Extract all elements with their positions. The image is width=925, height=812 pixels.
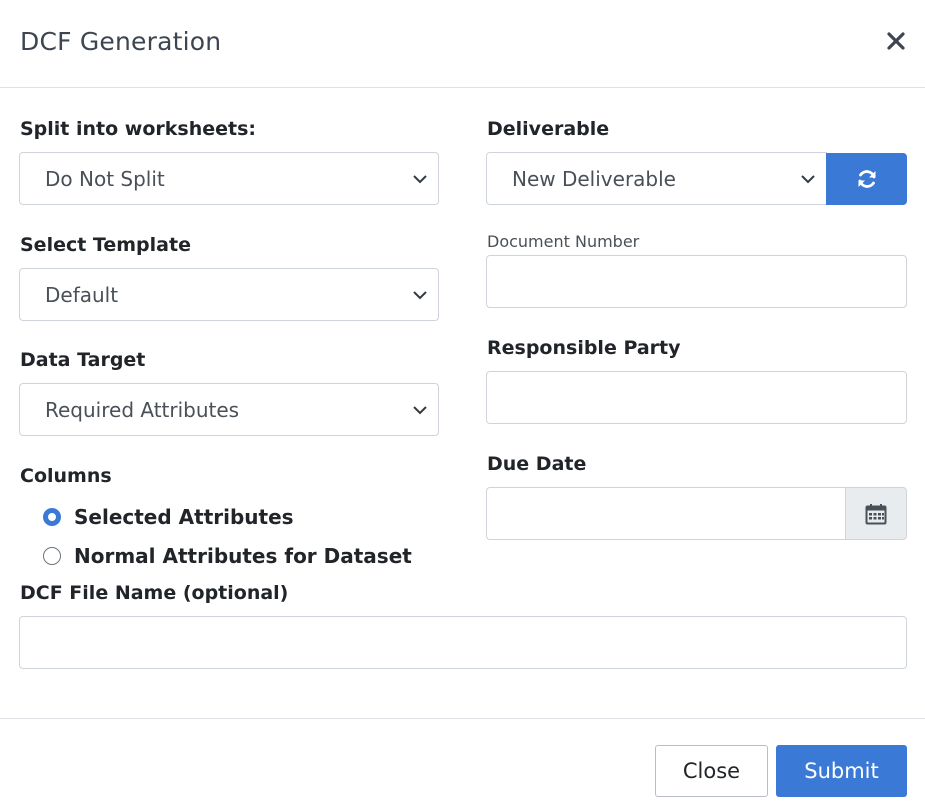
radio-label: Normal Attributes for Dataset [74, 544, 412, 568]
select-template-select[interactable]: Default [19, 268, 439, 321]
dcf-generation-dialog: DCF Generation Split into worksheets: Do… [0, 0, 925, 812]
columns-label: Columns [20, 465, 112, 487]
deliverable-value: New Deliverable [512, 166, 676, 191]
submit-button[interactable]: Submit [776, 745, 907, 797]
dcf-file-name-label: DCF File Name (optional) [20, 582, 289, 604]
chevron-down-icon [413, 406, 427, 415]
calendar-icon [865, 503, 887, 524]
deliverable-label: Deliverable [487, 118, 610, 140]
due-date-group [486, 487, 907, 540]
chevron-down-icon [801, 175, 815, 184]
document-number-label: Document Number [487, 232, 640, 251]
radio-button-unchecked[interactable] [43, 547, 61, 565]
close-x-icon[interactable] [884, 29, 908, 53]
data-target-select[interactable]: Required Attributes [19, 383, 439, 436]
due-date-label: Due Date [487, 453, 587, 475]
close-button[interactable]: Close [655, 745, 768, 797]
dcf-file-name-input[interactable] [19, 616, 907, 669]
select-template-label: Select Template [20, 234, 191, 256]
responsible-party-label: Responsible Party [487, 337, 681, 359]
dialog-title: DCF Generation [20, 27, 222, 56]
refresh-deliverables-button[interactable] [826, 153, 907, 205]
select-template-value: Default [45, 282, 119, 307]
dialog-header: DCF Generation [0, 0, 925, 88]
split-worksheets-select[interactable]: Do Not Split [19, 152, 439, 205]
refresh-icon [858, 170, 875, 188]
data-target-label: Data Target [20, 349, 146, 371]
radio-button-checked[interactable] [43, 508, 61, 526]
due-date-input[interactable] [486, 487, 846, 540]
chevron-down-icon [413, 175, 427, 184]
radio-normal-attributes[interactable]: Normal Attributes for Dataset [43, 544, 412, 568]
calendar-button[interactable] [845, 487, 907, 540]
dialog-footer: Close Submit [0, 718, 925, 812]
radio-selected-attributes[interactable]: Selected Attributes [43, 505, 294, 529]
split-worksheets-label: Split into worksheets: [20, 118, 257, 140]
radio-label: Selected Attributes [74, 505, 294, 529]
split-worksheets-value: Do Not Split [45, 166, 165, 191]
responsible-party-input[interactable] [486, 371, 907, 424]
chevron-down-icon [413, 291, 427, 300]
document-number-input[interactable] [486, 255, 907, 308]
deliverable-select[interactable]: New Deliverable [486, 152, 827, 205]
data-target-value: Required Attributes [45, 397, 240, 422]
